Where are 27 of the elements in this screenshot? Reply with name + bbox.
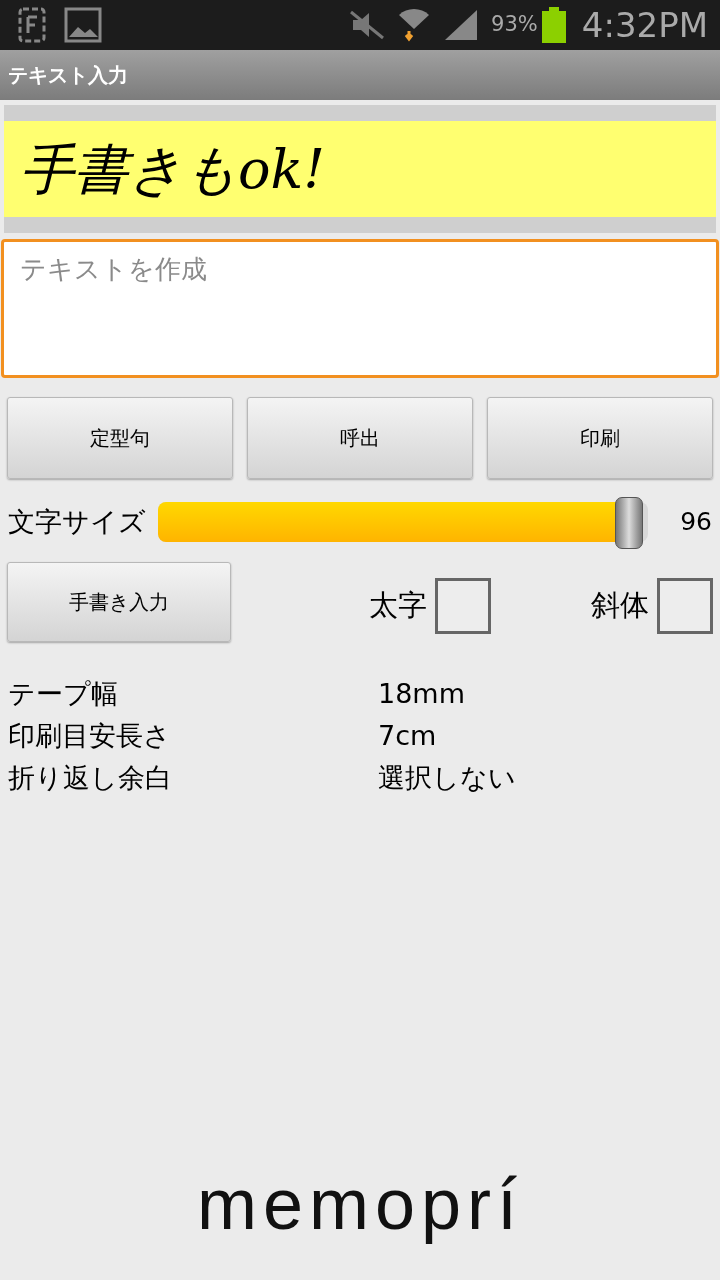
signal-icon	[443, 8, 480, 42]
info-label: テープ幅	[8, 676, 119, 711]
font-size-label: 文字サイズ	[8, 504, 146, 539]
handwritten-text: 手書きもok!	[20, 136, 325, 203]
info-value: 選択しない	[378, 760, 516, 795]
slider-thumb[interactable]	[615, 497, 644, 549]
info-label: 折り返し余白	[8, 760, 173, 795]
clock: 4:32PM	[581, 3, 708, 47]
action-button[interactable]: 呼出	[247, 397, 473, 479]
checkbox-label: 斜体	[591, 587, 649, 625]
mute-icon	[349, 10, 386, 40]
checkbox-label: 太字	[369, 587, 427, 625]
text-input-field[interactable]: テキストを作成	[1, 239, 719, 378]
battery-percent: 93%	[491, 11, 538, 39]
battery-icon	[541, 7, 566, 43]
info-label: 印刷目安長さ	[8, 718, 172, 753]
handwriting-input-button[interactable]: 手書き入力	[7, 562, 231, 642]
info-value: 18mm	[378, 676, 465, 711]
image-icon	[64, 7, 102, 43]
window-title: テキスト入力	[8, 62, 128, 89]
font-size-value: 96	[679, 506, 712, 539]
logo: memoprí	[196, 1163, 524, 1246]
checkbox[interactable]	[657, 578, 713, 634]
action-button[interactable]: 定型句	[7, 397, 233, 479]
checkbox[interactable]	[435, 578, 491, 634]
info-value: 7cm	[378, 718, 437, 753]
action-button[interactable]: 印刷	[487, 397, 713, 479]
